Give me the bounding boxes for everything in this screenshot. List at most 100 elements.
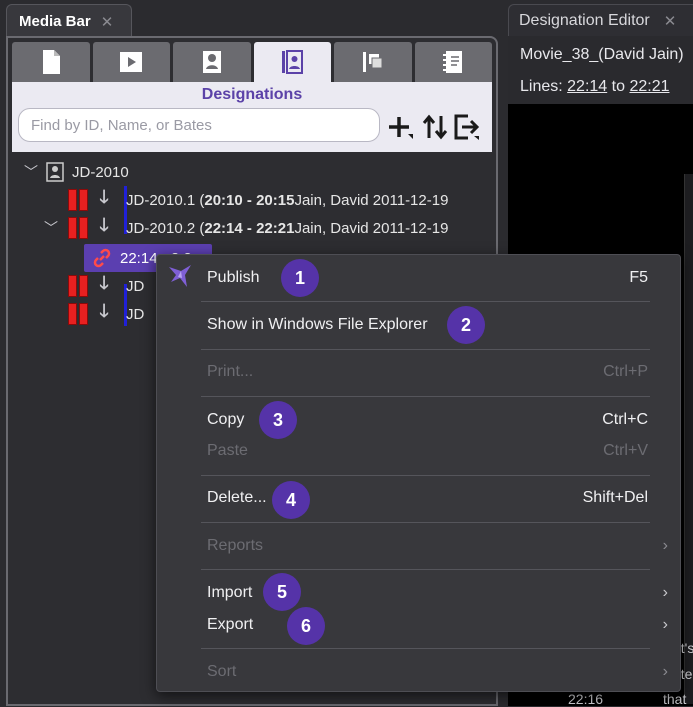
menu-separator: [201, 569, 650, 570]
tree-row[interactable]: ﹀ 🡓 JD-2010.2 (22:14 - 22:21 Jain, David…: [44, 215, 449, 240]
designation-marker: [68, 217, 88, 239]
menu-item-shortcut: Ctrl+C: [602, 411, 648, 428]
arrow-down-icon: 🡓: [99, 301, 109, 321]
designation-editor-tab[interactable]: Designation Editor ✕: [508, 4, 693, 36]
designation-lines: Lines: 22:14 to 22:21: [520, 78, 670, 96]
callout-badge: 3: [259, 401, 297, 439]
menu-item-shortcut: Ctrl+P: [603, 363, 648, 380]
document-icon: [42, 50, 60, 74]
tree-row[interactable]: 🡓 JD: [68, 273, 145, 298]
designations-icon: [282, 50, 304, 74]
tree-row-id: JD-2010.1 (: [126, 191, 205, 209]
menu-item-export[interactable]: Export ›: [207, 613, 668, 637]
notebook-tab[interactable]: [414, 42, 492, 82]
arrow-down-icon: 🡓: [99, 273, 109, 293]
line-to-text: to: [611, 78, 625, 95]
designation-editor-close-icon[interactable]: ✕: [664, 12, 677, 30]
menu-item-sort[interactable]: Sort ›: [207, 660, 668, 684]
callout-badge: 5: [263, 573, 301, 611]
tree-row-range: 22:14 - 22:21: [204, 219, 295, 237]
media-type-tabs: [12, 42, 492, 82]
menu-item-print[interactable]: Print... Ctrl+P: [207, 360, 648, 384]
tree-row[interactable]: 🡓 JD: [68, 301, 145, 326]
menu-separator: [201, 522, 650, 523]
menu-item-label: Publish: [207, 269, 260, 286]
menu-item-shortcut: Ctrl+V: [603, 442, 648, 459]
tree-row-detail: Jain, David 2011-12-19: [294, 219, 449, 237]
callout-badge: 1: [281, 259, 319, 297]
deposition-icon: [46, 162, 64, 182]
menu-item-show-in-explorer[interactable]: Show in Windows File Explorer: [207, 313, 648, 337]
menu-item-paste[interactable]: Paste Ctrl+V: [207, 439, 648, 463]
menu-item-shortcut: F5: [629, 269, 648, 286]
submenu-arrow-icon: ›: [662, 616, 668, 633]
sort-icon[interactable]: [420, 112, 450, 142]
clips-icon: [362, 52, 383, 72]
menu-separator: [201, 349, 650, 350]
menu-item-label: Export: [207, 616, 254, 633]
context-menu: Publish F5 Show in Windows File Explorer…: [156, 254, 681, 692]
transcript-text: that: [663, 691, 687, 707]
arrow-down-icon: 🡓: [99, 215, 109, 235]
add-designation-icon[interactable]: [386, 112, 416, 142]
witness-tab[interactable]: [173, 42, 251, 82]
designation-marker: [68, 189, 88, 211]
designations-title: Designations: [201, 86, 303, 103]
submenu-arrow-icon: ›: [662, 663, 668, 680]
document-tab[interactable]: [12, 42, 90, 82]
menu-item-label: Paste: [207, 442, 248, 459]
publish-bird-icon: [169, 265, 191, 287]
menu-separator: [201, 648, 650, 649]
callout-badge: 6: [287, 607, 325, 645]
menu-item-label: Print...: [207, 363, 254, 380]
line-end-link[interactable]: 22:21: [629, 78, 669, 95]
chevron-down-icon[interactable]: ﹀: [24, 162, 38, 182]
play-video-icon: [120, 52, 143, 72]
tree-row-id: JD: [126, 277, 145, 295]
submenu-arrow-icon: ›: [662, 537, 668, 554]
menu-item-label: Copy: [207, 411, 245, 428]
menu-item-reports[interactable]: Reports ›: [207, 534, 668, 558]
media-bar-tab[interactable]: Media Bar ✕: [6, 4, 132, 38]
designations-tab[interactable]: [253, 42, 331, 82]
media-bar-title: Media Bar: [19, 13, 91, 30]
line-start-link[interactable]: 22:14: [567, 78, 607, 95]
clips-tab[interactable]: [334, 42, 412, 82]
tree-row-id: JD-2010.2 (: [126, 219, 205, 237]
tree-row-detail: Jain, David 2011-12-19: [294, 191, 449, 209]
link-icon: [93, 248, 111, 268]
transcript-line-number: 22:16: [568, 691, 604, 707]
search-input[interactable]: [18, 108, 380, 142]
tree-row[interactable]: 🡓 JD-2010.1 (20:10 - 20:15 Jain, David 2…: [68, 187, 449, 212]
menu-item-label: Delete...: [207, 489, 267, 506]
menu-item-shortcut: Shift+Del: [582, 489, 648, 506]
callout-badge: 2: [447, 306, 485, 344]
export-icon[interactable]: [452, 112, 482, 142]
designation-marker: [68, 303, 88, 325]
callout-badge: 4: [272, 481, 310, 519]
menu-separator: [201, 301, 650, 302]
menu-item-label: Import: [207, 584, 253, 601]
menu-item-publish[interactable]: Publish F5: [207, 266, 648, 290]
chevron-down-icon[interactable]: ﹀: [44, 218, 68, 238]
designations-header: Designations: [12, 82, 492, 152]
menu-item-label: Reports: [207, 537, 264, 554]
notebook-icon: [443, 51, 463, 73]
tree-row-id: JD: [126, 305, 145, 323]
witness-icon: [202, 51, 221, 73]
submenu-arrow-icon: ›: [662, 584, 668, 601]
designation-name: Movie_38_(David Jain): [520, 46, 684, 63]
media-bar-close-icon[interactable]: ✕: [101, 13, 114, 31]
video-tab[interactable]: [92, 42, 170, 82]
menu-separator: [201, 475, 650, 476]
tree-root-label: JD-2010: [72, 163, 129, 181]
lines-label: Lines:: [520, 78, 563, 95]
menu-separator: [201, 396, 650, 397]
designation-marker: [68, 275, 88, 297]
tree-row-range: 20:10 - 20:15: [204, 191, 295, 209]
menu-item-label: Show in Windows File Explorer: [207, 316, 428, 333]
tree-root-item[interactable]: ﹀ JD-2010: [24, 162, 129, 182]
designation-editor-title: Designation Editor: [519, 11, 650, 29]
arrow-down-icon: 🡓: [99, 187, 109, 207]
transcript-scrollbar[interactable]: [684, 174, 693, 704]
